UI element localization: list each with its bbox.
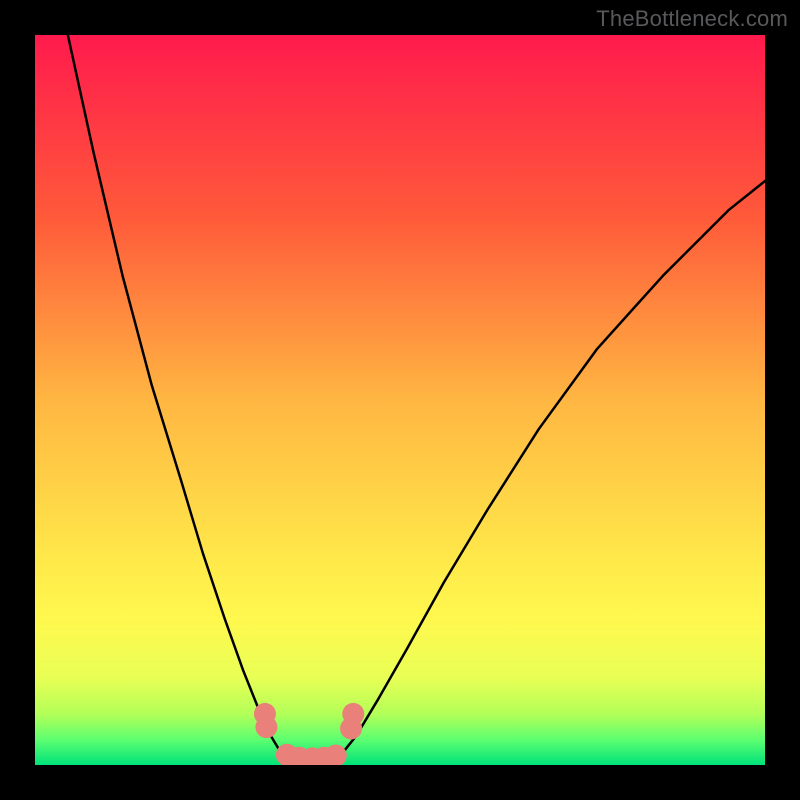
blob-point — [255, 716, 277, 738]
plot-area — [35, 35, 765, 765]
watermark-text: TheBottleneck.com — [596, 6, 788, 32]
curve-curve-left — [68, 35, 282, 754]
curve-curve-right — [342, 181, 765, 754]
chart-svg — [35, 35, 765, 765]
chart-frame: TheBottleneck.com — [0, 0, 800, 800]
blob-point — [342, 703, 364, 725]
